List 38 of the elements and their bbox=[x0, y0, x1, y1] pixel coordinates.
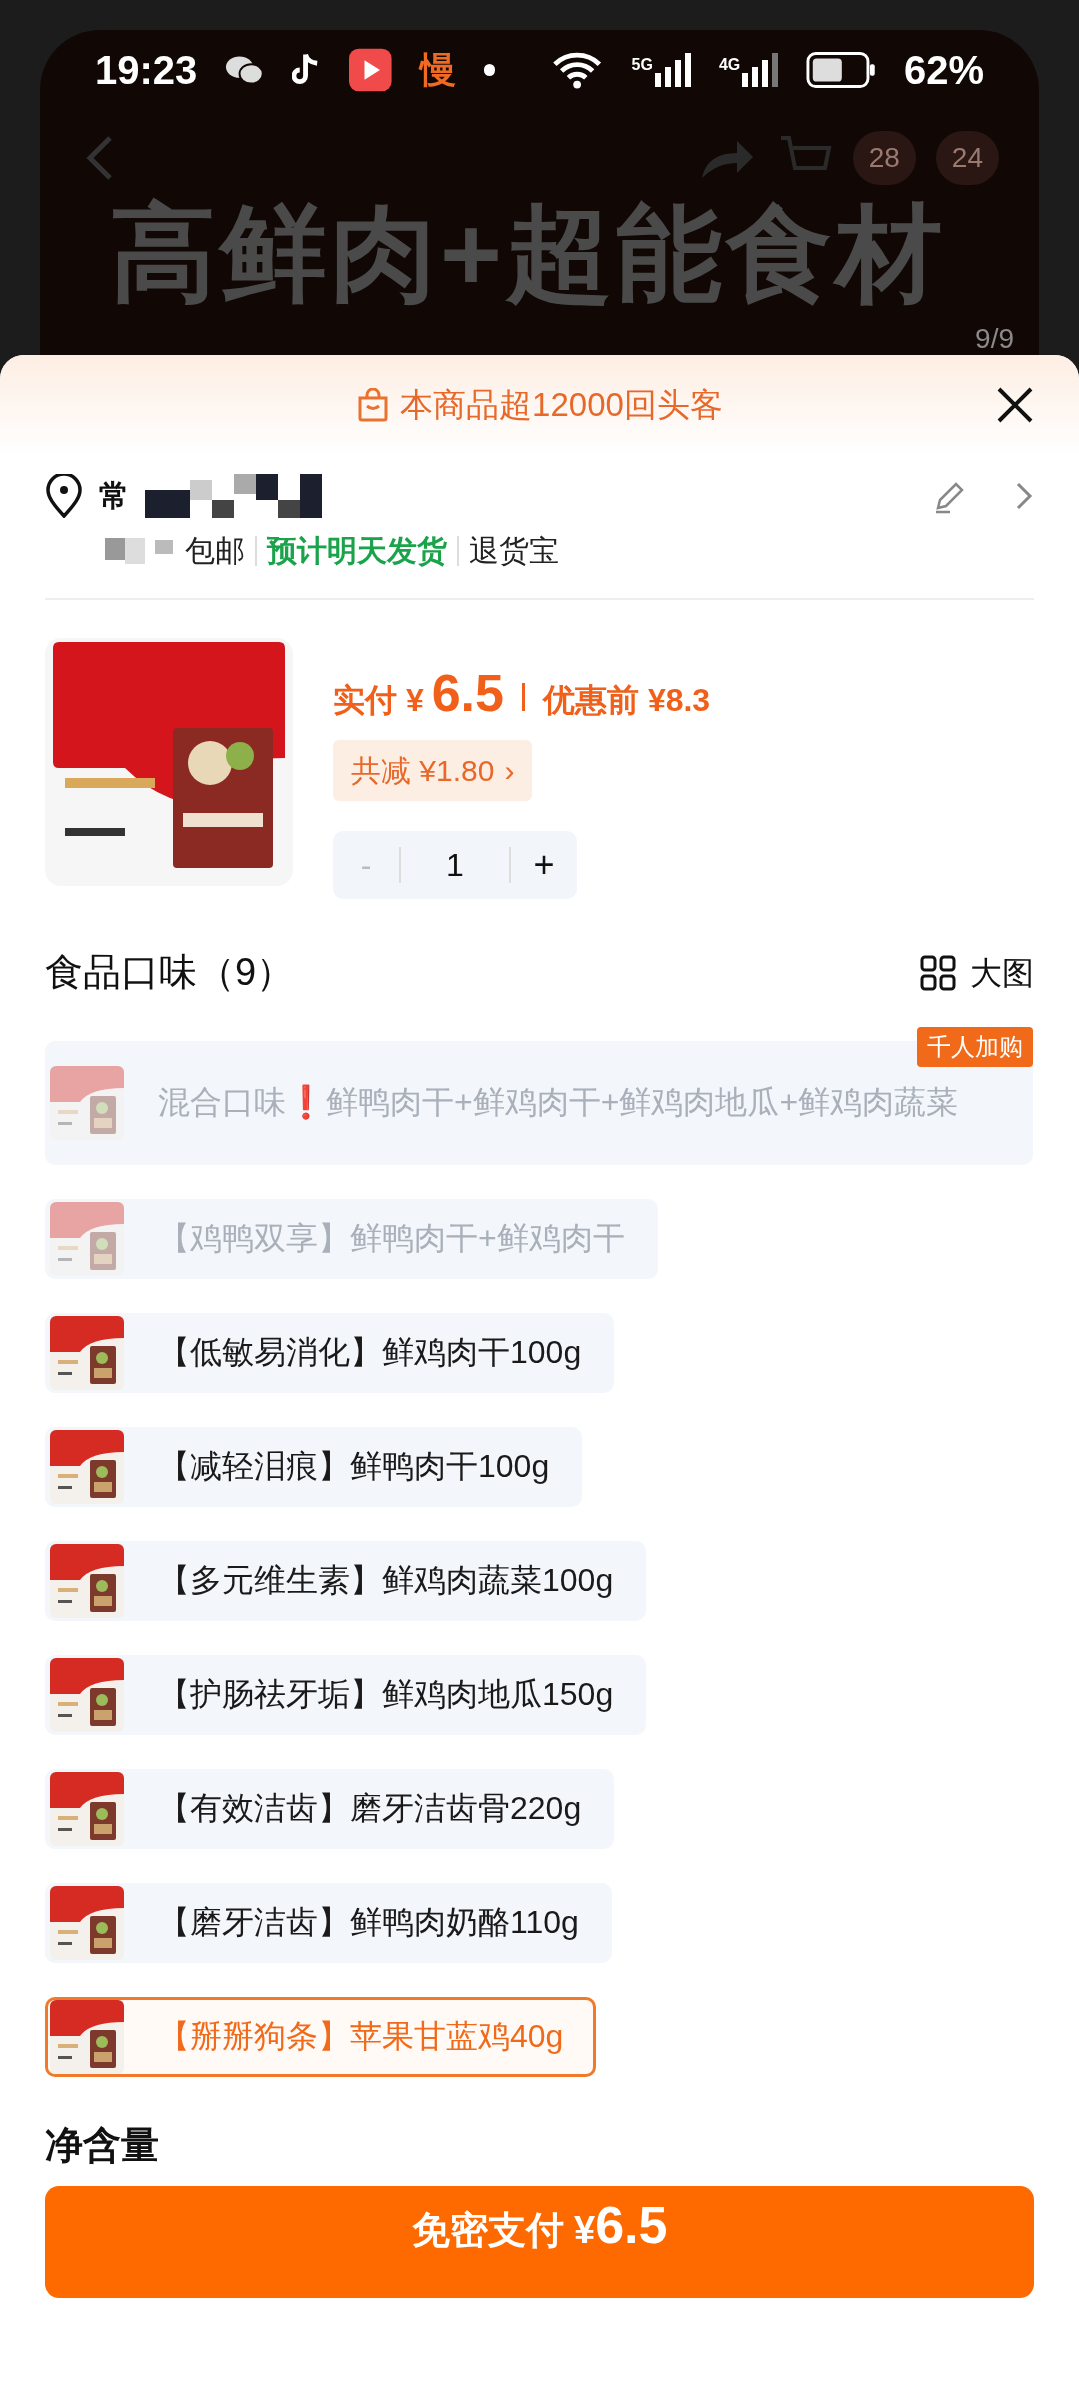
flavor-option[interactable]: 【磨牙洁齿】鲜鸭肉奶酪110g bbox=[45, 1883, 612, 1963]
paid-price: 6.5 bbox=[431, 663, 504, 724]
delivery-tag: 预计明天发货 bbox=[267, 528, 447, 573]
battery-percent: 62% bbox=[903, 47, 984, 94]
page-indicator: 9/9 bbox=[975, 325, 1014, 353]
popularity-badge: 千人加购 bbox=[917, 1027, 1033, 1067]
network-label: 5G bbox=[631, 55, 653, 75]
paid-price-label: 实付 ¥ bbox=[333, 681, 424, 720]
quantity-value: 1 bbox=[445, 846, 465, 885]
original-price: 优惠前 ¥8.3 bbox=[543, 681, 711, 720]
banner-text: 本商品超12000回头客 bbox=[400, 385, 723, 426]
count-badge: 28 bbox=[852, 131, 916, 185]
headline-text: 高鲜肉+超能食材 bbox=[110, 195, 946, 312]
close-icon[interactable] bbox=[996, 386, 1034, 424]
flavor-option[interactable]: 【护肠祛牙垢】鲜鸡肉地瓜150g bbox=[45, 1655, 647, 1735]
shopping-bag-icon bbox=[356, 388, 391, 422]
large-view-toggle[interactable]: 大图 bbox=[970, 948, 1034, 997]
signal-icon bbox=[654, 53, 691, 87]
wifi-icon bbox=[551, 50, 604, 90]
app-glyph: 慢 bbox=[419, 48, 456, 92]
status-time: 19:23 bbox=[95, 47, 198, 94]
flavor-option[interactable]: 【低敏易消化】鲜鸡肉干100g bbox=[45, 1313, 615, 1393]
flavor-option[interactable]: 【减轻泪痕】鲜鸭肉干100g bbox=[45, 1427, 583, 1507]
increase-button[interactable]: + bbox=[511, 838, 577, 892]
grid-icon[interactable] bbox=[920, 954, 956, 991]
count-badge: 24 bbox=[935, 131, 999, 185]
flavor-option[interactable]: 【有效洁齿】磨牙洁齿骨220g bbox=[45, 1769, 615, 1849]
battery-icon bbox=[806, 51, 876, 89]
flavor-option[interactable]: 【多元维生素】鲜鸡肉蔬菜100g bbox=[45, 1541, 647, 1621]
play-app-icon bbox=[349, 48, 392, 92]
section-title: 净含量 bbox=[45, 2123, 160, 2168]
location-pin-icon bbox=[45, 473, 83, 518]
signal-icon bbox=[742, 53, 779, 87]
address-name: 常 bbox=[99, 478, 129, 514]
section-title: 食品口味（9） bbox=[45, 950, 295, 995]
delivery-tag: 包邮 bbox=[185, 528, 245, 573]
delivery-tag: 退货宝 bbox=[469, 528, 559, 573]
network-label: 4G bbox=[718, 55, 741, 75]
